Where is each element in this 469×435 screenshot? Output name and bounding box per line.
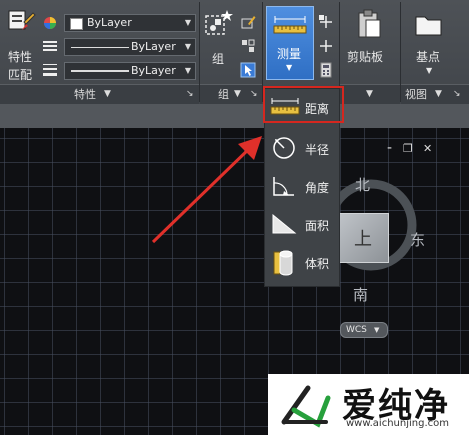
- clipboard-panel-footer[interactable]: ▼: [340, 84, 400, 104]
- chevron-down-icon: ▼: [426, 66, 433, 75]
- wcs-dropdown[interactable]: WCS ▼: [340, 322, 388, 338]
- angle-icon: [273, 177, 294, 196]
- menu-item-label: 半径: [305, 143, 330, 157]
- linetype-icon: [43, 41, 57, 51]
- base-point-button[interactable]: 基点 ▼: [404, 6, 456, 78]
- annotation-arrow: [151, 136, 262, 244]
- viewport-restore-button[interactable]: ❐: [403, 142, 413, 155]
- edit-group-icon[interactable]: [240, 14, 256, 30]
- color-wheel-icon: [44, 17, 56, 29]
- properties-panel-title: 特性: [74, 88, 96, 101]
- menu-item-radius[interactable]: 半径: [265, 131, 339, 167]
- area-icon: [272, 213, 297, 234]
- measure-button[interactable]: 测量 ▼: [266, 6, 314, 80]
- volume-icon: [273, 250, 293, 276]
- calculator-icon[interactable]: [318, 62, 334, 78]
- color-value: ByLayer: [87, 16, 132, 29]
- chevron-down-icon: ▼: [184, 18, 191, 27]
- highlight-box: [263, 86, 344, 123]
- dialog-launcher-icon[interactable]: ↘: [453, 85, 461, 104]
- watermark: 爱纯净 www.aichunjing.com: [268, 374, 469, 435]
- chevron-down-icon: ▼: [286, 63, 293, 72]
- group-icon: [205, 10, 233, 35]
- groups-panel-footer[interactable]: 组 ▼ ↘: [200, 84, 262, 104]
- viewport-close-button[interactable]: ✕: [423, 142, 432, 155]
- point-icon[interactable]: [318, 38, 334, 54]
- chevron-down-icon: ▼: [234, 89, 241, 99]
- measure-label: 测量: [277, 47, 302, 61]
- brand-url: www.aichunjing.com: [346, 418, 449, 429]
- clipboard-icon: [358, 9, 381, 38]
- menu-item-label: 面积: [305, 219, 330, 233]
- id-point-icon[interactable]: [318, 14, 334, 30]
- brand-logo: [281, 385, 331, 428]
- match-properties-icon: [8, 10, 36, 30]
- ungroup-icon[interactable]: [240, 38, 256, 54]
- wcs-label: WCS: [346, 325, 367, 335]
- group-select-icon[interactable]: [240, 62, 256, 78]
- menu-item-angle[interactable]: 角度: [265, 169, 339, 205]
- lineweight-value: ByLayer: [131, 64, 176, 77]
- clipboard-label: 剪贴板: [347, 50, 384, 64]
- dialog-launcher-icon[interactable]: ↘: [186, 85, 194, 104]
- chevron-down-icon: ▼: [184, 42, 191, 51]
- viewcube-top-face[interactable]: 上: [339, 213, 389, 263]
- radius-icon: [273, 137, 295, 159]
- chevron-down-icon: ▼: [184, 66, 191, 75]
- groups-panel-title: 组: [218, 88, 229, 101]
- lineweight-icon: [43, 64, 57, 76]
- viewport-minimize-button[interactable]: -: [387, 140, 392, 156]
- lineweight-line: [71, 70, 129, 72]
- ruler-icon: [273, 16, 307, 34]
- chevron-down-icon: ▼: [104, 89, 111, 99]
- color-swatch: [70, 18, 83, 30]
- menu-item-label: 角度: [305, 181, 330, 195]
- linetype-line: [71, 47, 129, 48]
- linetype-value: ByLayer: [131, 40, 176, 53]
- view-panel-title: 视图: [405, 88, 427, 101]
- lineweight-dropdown[interactable]: ByLayer ▼: [64, 62, 196, 80]
- group-label: 组: [212, 52, 225, 66]
- ribbon: 特性 匹配 ByLayer ▼ ByLayer ▼ ByLayer ▼ 特性 ▼…: [0, 0, 469, 104]
- viewcube-face-label: 上: [354, 229, 372, 250]
- viewcube-east[interactable]: 东: [410, 229, 425, 250]
- linetype-dropdown[interactable]: ByLayer ▼: [64, 38, 196, 56]
- dialog-launcher-icon[interactable]: ↘: [250, 85, 258, 104]
- chevron-down-icon: ▼: [435, 89, 442, 99]
- chevron-down-icon: ▼: [366, 89, 373, 99]
- properties-panel-footer[interactable]: 特性 ▼ ↘: [0, 84, 199, 104]
- view-panel-footer[interactable]: 视图 ▼ ↘: [401, 84, 469, 104]
- menu-item-volume[interactable]: 体积: [265, 245, 339, 281]
- paste-button[interactable]: 剪贴板: [343, 6, 395, 78]
- menu-item-label: 体积: [305, 257, 330, 271]
- match-properties-button[interactable]: 特性 匹配: [4, 6, 36, 82]
- viewcube-south[interactable]: 南: [353, 284, 368, 305]
- match-properties-label-2: 匹配: [8, 68, 33, 82]
- color-dropdown[interactable]: ByLayer ▼: [64, 14, 196, 32]
- menu-item-area[interactable]: 面积: [265, 207, 339, 243]
- viewcube-north[interactable]: 北: [355, 174, 370, 195]
- chevron-down-icon: ▼: [374, 326, 380, 334]
- match-properties-label-1: 特性: [8, 50, 33, 64]
- group-button[interactable]: 组: [202, 8, 236, 68]
- folder-icon: [415, 16, 442, 36]
- base-point-label: 基点: [416, 50, 441, 64]
